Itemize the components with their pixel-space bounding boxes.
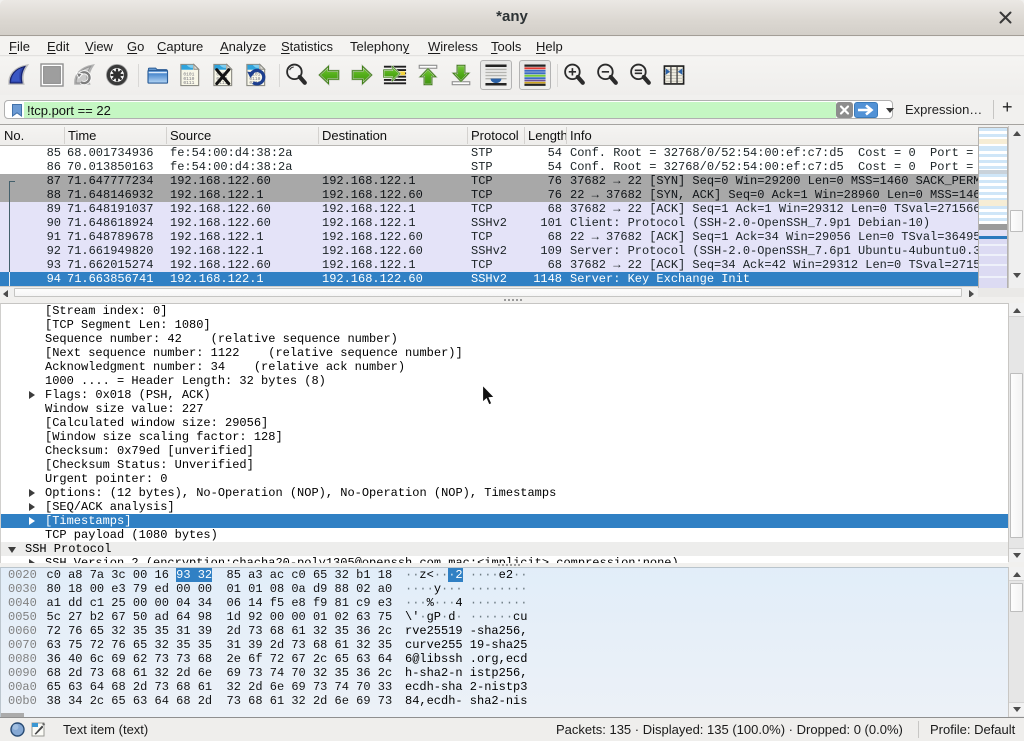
svg-text:0111: 0111: [183, 80, 194, 86]
